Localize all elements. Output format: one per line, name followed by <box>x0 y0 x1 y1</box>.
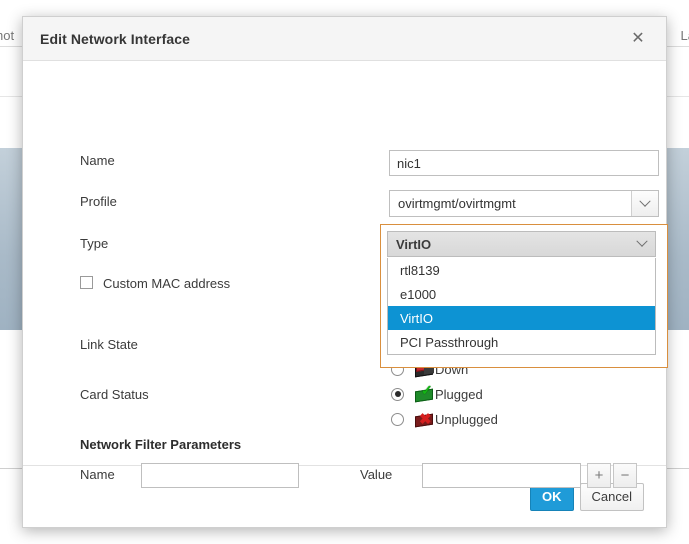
filter-value-input[interactable] <box>422 463 581 488</box>
profile-label: Profile <box>80 194 117 209</box>
background-text-right: La <box>680 28 689 43</box>
type-option-rtl8139[interactable]: rtl8139 <box>388 258 655 282</box>
background-text-left: hot <box>0 28 15 43</box>
link-state-label: Link State <box>80 337 138 352</box>
type-option-e1000[interactable]: e1000 <box>388 282 655 306</box>
nic-unplugged-icon: ✖ <box>415 411 433 428</box>
type-select-focus-ring: VirtIO rtl8139 e1000 VirtIO PCI Passthro… <box>380 224 668 368</box>
card-status-unplugged-label: Unplugged <box>435 411 498 427</box>
network-filter-section-title: Network Filter Parameters <box>80 437 242 452</box>
dialog-body: Name Profile ovirtmgmt/ovirtmgmt Type Cu… <box>23 61 668 488</box>
card-status-option-plugged[interactable]: ✓ Plugged <box>391 383 483 403</box>
edit-network-interface-dialog: Edit Network Interface ✕ Name Profile ov… <box>22 16 668 528</box>
dialog-title: Edit Network Interface <box>40 30 191 47</box>
type-label: Type <box>80 236 109 251</box>
type-select-listbox[interactable]: rtl8139 e1000 VirtIO PCI Passthrough <box>387 258 656 355</box>
type-option-virtio[interactable]: VirtIO <box>388 306 655 330</box>
card-status-unplugged-radio[interactable] <box>391 412 404 426</box>
close-icon[interactable]: ✕ <box>628 29 648 49</box>
card-status-label: Card Status <box>80 387 149 402</box>
custom-mac-label: Custom MAC address <box>103 276 231 291</box>
chevron-down-icon <box>631 191 658 216</box>
filter-value-label: Value <box>360 467 393 482</box>
type-select-value: VirtIO <box>396 236 432 252</box>
chevron-down-icon <box>628 232 655 256</box>
add-filter-button[interactable]: + <box>587 463 611 488</box>
profile-select[interactable]: ovirtmgmt/ovirtmgmt <box>389 190 659 217</box>
dialog-header: Edit Network Interface ✕ <box>23 17 666 61</box>
profile-select-value: ovirtmgmt/ovirtmgmt <box>398 196 516 211</box>
nic-plugged-icon: ✓ <box>415 383 433 403</box>
card-status-plugged-radio[interactable] <box>391 387 404 401</box>
card-status-plugged-label: Plugged <box>435 386 483 402</box>
type-option-pci-passthrough[interactable]: PCI Passthrough <box>388 330 655 354</box>
card-status-option-unplugged[interactable]: ✖ Unplugged <box>391 411 498 428</box>
filter-name-input[interactable] <box>141 463 299 488</box>
remove-filter-button[interactable]: − <box>613 463 637 488</box>
type-select[interactable]: VirtIO <box>387 231 656 257</box>
custom-mac-checkbox[interactable] <box>80 276 93 289</box>
filter-name-label: Name <box>80 467 115 482</box>
name-input[interactable] <box>389 150 659 176</box>
name-label: Name <box>80 153 115 168</box>
